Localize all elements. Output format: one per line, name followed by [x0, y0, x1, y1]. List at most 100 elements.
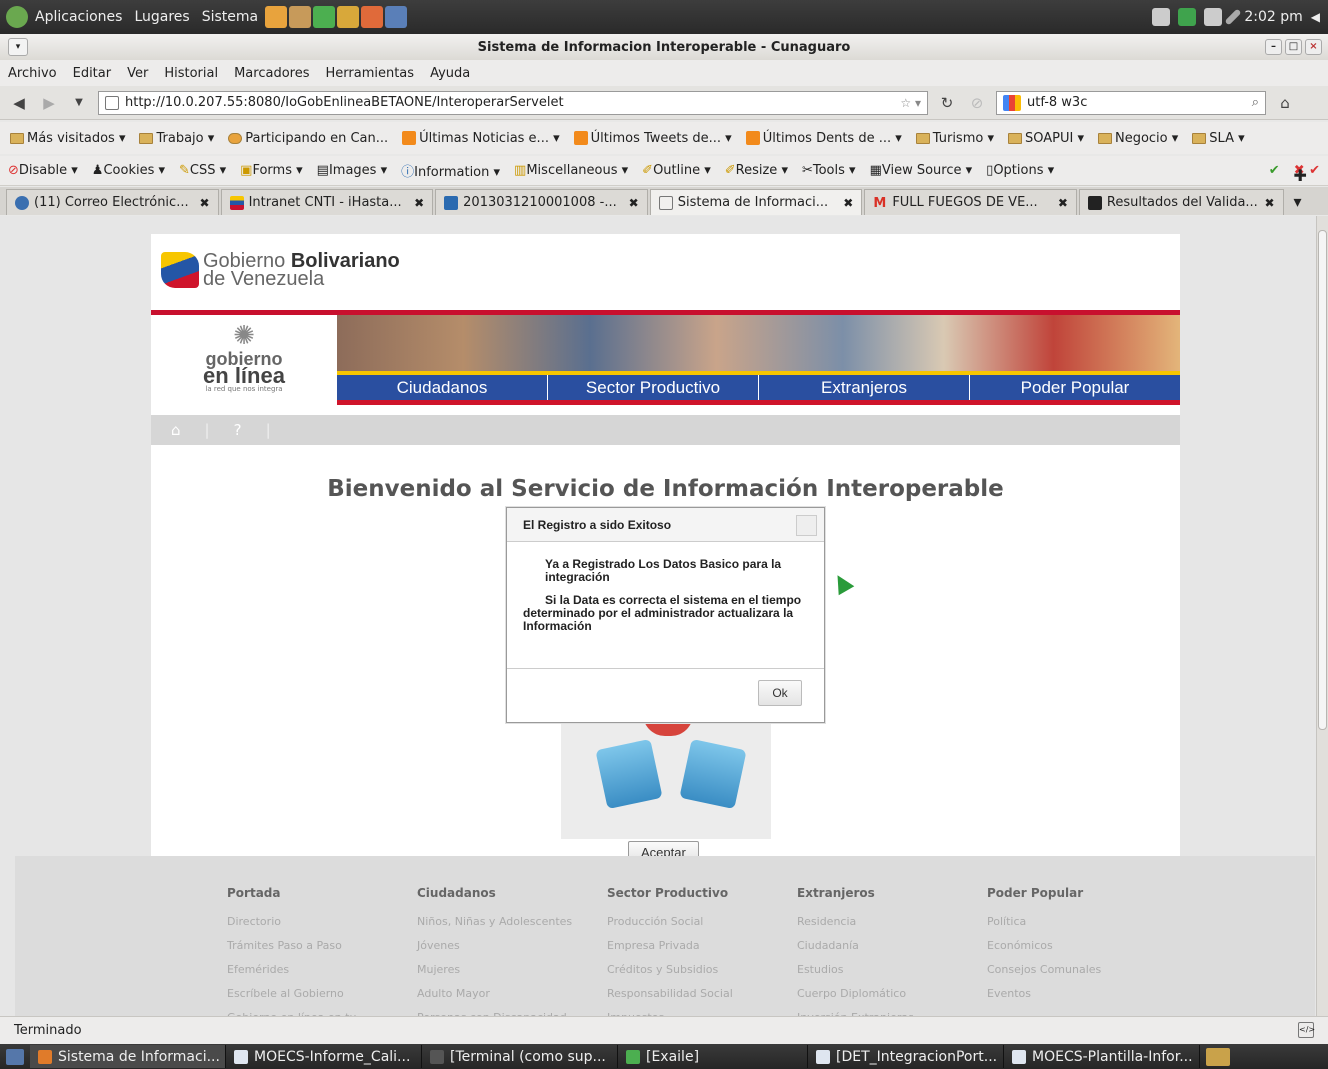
- home-icon[interactable]: ⌂: [171, 421, 181, 439]
- dev-forms[interactable]: ▣Forms ▾: [240, 163, 302, 178]
- minimize-button[interactable]: –: [1265, 39, 1282, 55]
- dev-options[interactable]: ▯Options ▾: [986, 163, 1054, 178]
- task-terminal[interactable]: [Terminal (como sup...: [422, 1045, 618, 1068]
- stop-icon[interactable]: ⊘: [966, 94, 988, 112]
- footer-link[interactable]: Responsabilidad Social: [607, 982, 797, 1006]
- tab-gmail[interactable]: M FULL FUEGOS DE VE... ✖: [864, 189, 1077, 215]
- task-exaile[interactable]: [Exaile]: [618, 1045, 808, 1068]
- bookmark-ultimas-noticias[interactable]: Últimas Noticias e... ▾: [402, 131, 560, 146]
- bookmark-participando[interactable]: Participando en Can...: [228, 131, 388, 146]
- footer-link[interactable]: Ciudadanía: [797, 934, 987, 958]
- workspace-switcher-icon[interactable]: [1206, 1047, 1230, 1066]
- clock[interactable]: 2:02 pm: [1244, 9, 1302, 25]
- tab-close-icon[interactable]: ✖: [1058, 196, 1068, 210]
- gobierno-en-linea-logo[interactable]: ✺ gobierno en línea la red que nos integ…: [151, 315, 337, 405]
- printer-icon[interactable]: [1152, 8, 1171, 26]
- menu-ayuda[interactable]: Ayuda: [430, 66, 470, 81]
- bookmark-sla[interactable]: SLA ▾: [1192, 131, 1245, 146]
- dev-miscellaneous[interactable]: ▥Miscellaneous ▾: [514, 163, 628, 178]
- history-dropdown-icon[interactable]: ▼: [68, 97, 90, 108]
- gnome-foot-icon[interactable]: [6, 6, 28, 28]
- bookmark-negocio[interactable]: Negocio ▾: [1097, 131, 1178, 146]
- footer-link[interactable]: Empresa Privada: [607, 934, 797, 958]
- play-icon[interactable]: [1178, 8, 1197, 26]
- tab-correo[interactable]: (11) Correo Electrónic... ✖: [6, 189, 219, 215]
- footer-link[interactable]: Política: [987, 910, 1177, 934]
- app-launcher-icon[interactable]: [313, 6, 336, 28]
- search-engine-icon[interactable]: [1003, 94, 1021, 111]
- settings-icon[interactable]: [1204, 8, 1223, 26]
- home-icon[interactable]: ⌂: [1274, 94, 1296, 112]
- dev-view-source[interactable]: ▦View Source ▾: [870, 163, 973, 178]
- dev-outline[interactable]: ✐Outline ▾: [642, 163, 711, 178]
- search-magnifier-icon[interactable]: ⌕: [1252, 95, 1259, 110]
- menu-herramientas[interactable]: Herramientas: [326, 66, 415, 81]
- menu-historial[interactable]: Historial: [164, 66, 218, 81]
- help-icon[interactable]: ?: [234, 421, 242, 439]
- app-launcher-icon[interactable]: [361, 6, 384, 28]
- scrollbar-thumb[interactable]: [1318, 230, 1327, 730]
- footer-link[interactable]: Mujeres: [417, 958, 607, 982]
- task-det-integracion[interactable]: [DET_IntegracionPort...: [808, 1045, 1004, 1068]
- nav-poder-popular[interactable]: Poder Popular: [970, 375, 1180, 400]
- reload-icon[interactable]: ↻: [936, 94, 958, 112]
- tab-close-icon[interactable]: ✖: [414, 196, 424, 210]
- url-text[interactable]: http://10.0.207.55:8080/IoGobEnlineaBETA…: [125, 95, 900, 110]
- footer-link[interactable]: Cuerpo Diplomático: [797, 982, 987, 1006]
- task-moecs-plantilla[interactable]: MOECS-Plantilla-Infor...: [1004, 1045, 1200, 1068]
- nav-sector-productivo[interactable]: Sector Productivo: [548, 375, 759, 400]
- footer-link[interactable]: Directorio: [227, 910, 417, 934]
- maximize-button[interactable]: □: [1285, 39, 1302, 55]
- footer-link[interactable]: Jóvenes: [417, 934, 607, 958]
- bookmark-mas-visitados[interactable]: Más visitados ▾: [10, 131, 125, 146]
- menu-marcadores[interactable]: Marcadores: [234, 66, 309, 81]
- ok-button[interactable]: Ok: [758, 680, 802, 706]
- volume-icon[interactable]: ◀: [1311, 10, 1320, 24]
- footer-link[interactable]: Niños, Niñas y Adolescentes: [417, 910, 607, 934]
- bookmark-trabajo[interactable]: Trabajo ▾: [139, 131, 214, 146]
- gobierno-bolivariano-logo[interactable]: Gobierno Bolivariano de Venezuela: [161, 251, 400, 289]
- footer-link[interactable]: Efemérides: [227, 958, 417, 982]
- footer-link[interactable]: Eventos: [987, 982, 1177, 1006]
- footer-link[interactable]: Adulto Mayor: [417, 982, 607, 1006]
- footer-link[interactable]: Producción Social: [607, 910, 797, 934]
- url-bar[interactable]: http://10.0.207.55:8080/IoGobEnlineaBETA…: [98, 90, 928, 115]
- footer-link[interactable]: Trámites Paso a Paso: [227, 934, 417, 958]
- task-moecs-informe[interactable]: MOECS-Informe_Cali...: [226, 1045, 422, 1068]
- dev-information[interactable]: ⓘInformation ▾: [401, 161, 500, 180]
- search-box[interactable]: utf-8 w3c ⌕: [996, 90, 1266, 115]
- footer-link[interactable]: Económicos: [987, 934, 1177, 958]
- tab-validador[interactable]: Resultados del Valida... ✖: [1078, 189, 1284, 215]
- close-window-button[interactable]: ×: [1305, 39, 1322, 55]
- dialog-close-button[interactable]: [796, 515, 817, 536]
- dev-tools[interactable]: ✂Tools ▾: [802, 163, 856, 178]
- app-launcher-icon[interactable]: [385, 6, 408, 28]
- footer-link[interactable]: Impuestos: [607, 1006, 797, 1016]
- footer-link[interactable]: Consejos Comunales: [987, 958, 1177, 982]
- footer-link[interactable]: Residencia: [797, 910, 987, 934]
- menu-ver[interactable]: Ver: [127, 66, 148, 81]
- nav-extranjeros[interactable]: Extranjeros: [759, 375, 970, 400]
- footer-link[interactable]: Escríbele al Gobierno: [227, 982, 417, 1006]
- footer-link[interactable]: Créditos y Subsidios: [607, 958, 797, 982]
- dev-cookies[interactable]: ♟Cookies ▾: [92, 163, 165, 178]
- tab-intranet[interactable]: Intranet CNTI - iHasta... ✖: [220, 189, 434, 215]
- footer-link[interactable]: Inversión Extranjeras: [797, 1006, 987, 1016]
- dev-disable[interactable]: ⊘Disable ▾: [8, 163, 78, 178]
- tab-sistema-informacion[interactable]: Sistema de Informaci... ✖: [649, 189, 863, 215]
- bookmark-soapui[interactable]: SOAPUI ▾: [1007, 131, 1084, 146]
- page-scrollbar[interactable]: [1316, 216, 1328, 1016]
- dev-css[interactable]: ✎CSS ▾: [179, 163, 226, 178]
- bookmark-turismo[interactable]: Turismo ▾: [915, 131, 994, 146]
- app-launcher-icon[interactable]: [337, 6, 360, 28]
- nav-ciudadanos[interactable]: Ciudadanos: [337, 375, 548, 400]
- search-input[interactable]: utf-8 w3c: [1027, 95, 1246, 110]
- menu-lugares[interactable]: Lugares: [128, 9, 195, 25]
- dev-images[interactable]: ▤Images ▾: [317, 163, 387, 178]
- view-source-icon[interactable]: </>: [1298, 1022, 1315, 1038]
- footer-link[interactable]: Personas con Discapacidad: [417, 1006, 607, 1016]
- tab-ticket[interactable]: 2013031210001008 -... ✖: [435, 189, 648, 215]
- menu-aplicaciones[interactable]: Aplicaciones: [29, 9, 128, 25]
- bookmark-ultimos-dents[interactable]: Últimos Dents de ... ▾: [745, 131, 902, 146]
- forward-icon[interactable]: ▶: [38, 94, 60, 112]
